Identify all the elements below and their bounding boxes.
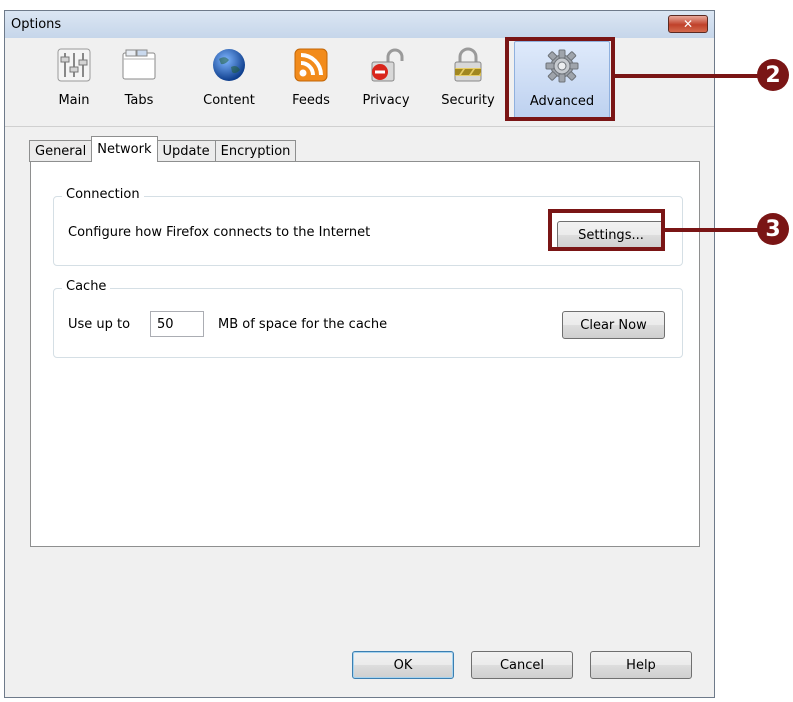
advanced-tabs: General Network Update Encryption: [29, 136, 297, 162]
ok-button[interactable]: OK: [352, 651, 454, 679]
padlock-icon: [450, 47, 486, 83]
title-bar[interactable]: Options ✕: [5, 11, 714, 38]
window-title: Options: [11, 17, 62, 32]
pane-security-label: Security: [441, 93, 495, 108]
globe-icon: [211, 47, 247, 83]
cache-group: Cache Use up to 50 MB of space for the c…: [53, 279, 683, 358]
pane-tabs-label: Tabs: [124, 93, 154, 108]
tab-update[interactable]: Update: [156, 140, 216, 162]
pane-privacy[interactable]: Privacy: [353, 41, 419, 119]
privacy-lock-icon: [368, 47, 404, 83]
connection-group: Connection Configure how Firefox connect…: [53, 187, 683, 266]
close-icon: ✕: [682, 17, 694, 31]
help-button[interactable]: Help: [590, 651, 692, 679]
pane-privacy-label: Privacy: [362, 93, 410, 108]
callout-2-line: [615, 74, 760, 78]
network-tab-panel: Connection Configure how Firefox connect…: [30, 161, 700, 547]
pane-toolbar: Main Tabs Content Feeds Privacy Security…: [5, 38, 714, 127]
tab-network[interactable]: Network: [91, 136, 158, 162]
gear-icon: [544, 48, 580, 84]
close-button[interactable]: ✕: [668, 15, 708, 33]
tabs-window-icon: [121, 47, 157, 83]
cancel-button[interactable]: Cancel: [471, 651, 573, 679]
pane-content-label: Content: [203, 93, 255, 108]
connection-description: Configure how Firefox connects to the In…: [68, 225, 371, 240]
clear-now-button[interactable]: Clear Now: [562, 311, 665, 339]
pane-tabs[interactable]: Tabs: [106, 41, 172, 119]
connection-legend: Connection: [62, 187, 144, 202]
cache-unit-label: MB of space for the cache: [218, 317, 388, 332]
cache-use-label: Use up to: [68, 317, 131, 332]
cache-size-input[interactable]: 50: [150, 311, 204, 337]
pane-advanced-label: Advanced: [529, 94, 595, 109]
pane-feeds[interactable]: Feeds: [278, 41, 344, 119]
callout-3-line: [665, 228, 760, 232]
pane-main-label: Main: [58, 93, 90, 108]
pane-security[interactable]: Security: [435, 41, 501, 119]
main-sliders-icon: [56, 47, 92, 83]
options-window: Options ✕ Main Tabs Content Feeds Privac…: [4, 10, 715, 698]
settings-button[interactable]: Settings...: [557, 221, 665, 249]
tab-general[interactable]: General: [29, 140, 93, 162]
cache-legend: Cache: [62, 279, 111, 294]
callout-2-badge: 2: [757, 59, 789, 91]
rss-feed-icon: [293, 47, 329, 83]
pane-advanced[interactable]: Advanced: [514, 41, 610, 121]
pane-content[interactable]: Content: [196, 41, 262, 119]
pane-feeds-label: Feeds: [292, 93, 330, 108]
callout-3-badge: 3: [757, 213, 789, 245]
pane-main[interactable]: Main: [41, 41, 107, 119]
tab-encryption[interactable]: Encryption: [214, 140, 297, 162]
